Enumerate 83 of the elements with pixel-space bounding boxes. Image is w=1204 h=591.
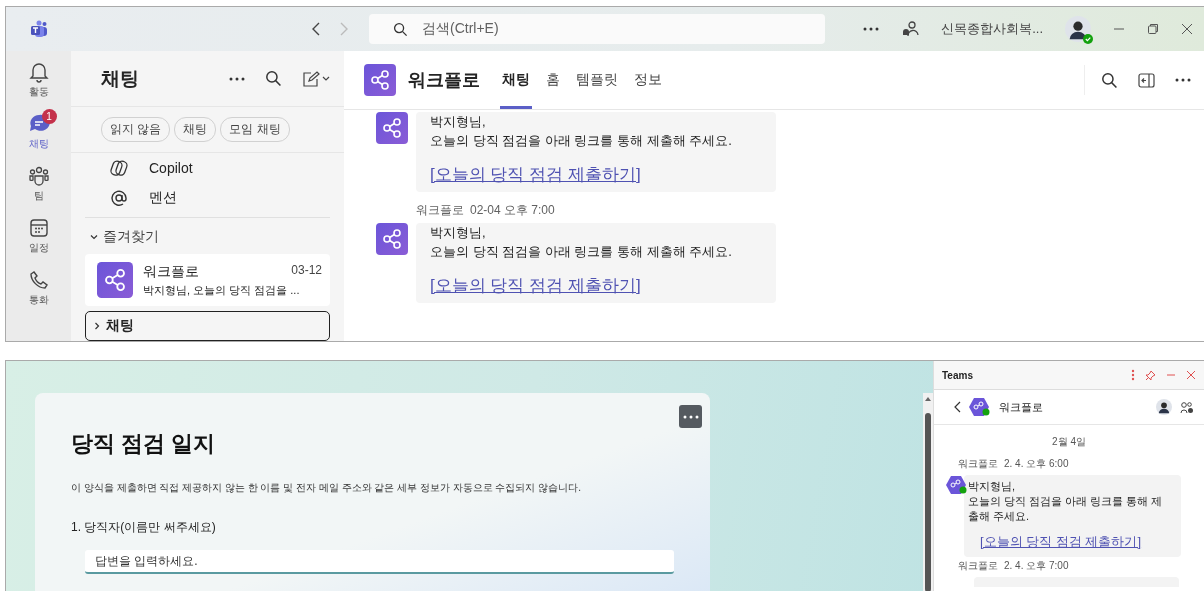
form-link[interactable]: [오늘의 당직 점검 제출하기] <box>430 275 762 297</box>
workflow-avatar-icon <box>376 223 408 255</box>
filter-chip[interactable]: 읽지 않음 <box>101 117 171 143</box>
message-text: 오늘의 당직 점검을 아래 링크를 통해 제출해 주세요. <box>430 243 733 261</box>
copilot-icon <box>109 158 129 179</box>
rail-item[interactable]: 통화 <box>10 267 67 309</box>
close-icon[interactable] <box>1181 23 1193 35</box>
calendar-icon <box>27 217 50 239</box>
tab[interactable]: 채팅 <box>500 51 532 109</box>
message-sender: 워크플로 <box>958 457 998 471</box>
more-icon[interactable] <box>863 27 880 31</box>
rail-item[interactable]: 일정 <box>10 215 67 257</box>
more-icon[interactable] <box>229 76 245 81</box>
pinned-item[interactable]: 멘션 <box>85 183 330 214</box>
account-name[interactable]: 신목종합사회복... <box>941 20 1043 38</box>
message-sender: 워크플로 <box>416 202 464 219</box>
person-bell-icon[interactable] <box>901 20 920 38</box>
chats-section-header[interactable]: 채팅 <box>85 311 330 341</box>
close-icon[interactable] <box>1186 370 1196 380</box>
side-panel-icon[interactable] <box>1138 72 1155 88</box>
more-icon[interactable] <box>1175 78 1191 82</box>
bell-icon <box>27 61 50 83</box>
available-status-icon <box>1083 34 1093 44</box>
tab[interactable]: 홈 <box>544 51 562 109</box>
message-text: 오늘의 당직 점검을 아래 링크를 통해 제출해 주세요. <box>430 132 733 150</box>
tab[interactable]: 정보 <box>632 51 664 109</box>
filter-chip[interactable]: 모임 채팅 <box>220 117 290 143</box>
form-title: 당직 점검 일지 <box>71 430 217 458</box>
section-label: 즐겨찾기 <box>103 228 159 246</box>
rail-item[interactable]: 팀 <box>10 163 67 205</box>
search-icon[interactable] <box>265 70 282 87</box>
more-icon[interactable] <box>682 414 699 419</box>
user-avatar <box>1156 399 1172 415</box>
workflow-avatar-icon <box>969 397 991 417</box>
chat-preview: 박지형님, 오늘의 당직 점검을 ... <box>143 282 301 298</box>
kebab-menu-icon[interactable] <box>1131 369 1135 381</box>
pinned-item[interactable]: Copilot <box>85 153 330 184</box>
restore-icon[interactable] <box>1147 23 1159 35</box>
workflow-avatar-icon <box>97 262 133 298</box>
app-title: Teams <box>942 369 974 381</box>
chat-date: 03-12 <box>291 262 322 279</box>
phone-icon <box>27 269 50 291</box>
people-icon <box>27 165 50 187</box>
at-sign-icon <box>109 188 129 209</box>
search-icon[interactable] <box>393 21 408 37</box>
message-sender: 워크플로 <box>958 559 998 573</box>
date-divider: 2월 4일 <box>1051 435 1087 449</box>
compose-icon[interactable] <box>302 70 330 87</box>
message-text: 박지형님, <box>430 224 487 242</box>
scroll-up-icon[interactable] <box>925 396 931 401</box>
chevron-down-icon[interactable] <box>89 232 99 242</box>
user-avatar <box>1065 16 1091 42</box>
chat-item[interactable]: 워크플로 03-12 박지형님, 오늘의 당직 점검을 ... <box>85 254 330 306</box>
privacy-notice: 이 양식을 제출하면 직접 제공하지 않는 한 이름 및 전자 메일 주소와 같은 세부 정보가 자동으로 수집되지 않습니다. <box>71 481 582 495</box>
scrollbar[interactable] <box>923 393 933 591</box>
workflow-avatar-icon <box>364 64 396 96</box>
scroll-thumb[interactable] <box>925 413 931 591</box>
section-label: 채팅 <box>106 317 134 335</box>
search-icon[interactable] <box>1101 71 1118 89</box>
people-settings-icon[interactable] <box>1180 400 1194 414</box>
chat-title: 워크플로 <box>999 399 1044 415</box>
form-link[interactable]: [오늘의 당직 점검 제출하기] <box>980 534 1173 549</box>
message-time: 02-04 오후 7:00 <box>470 202 555 219</box>
message-time: 2. 4. 오후 7:00 <box>1004 559 1069 573</box>
conversation-title: 워크플로 <box>408 69 480 92</box>
workflow-avatar-icon <box>376 112 408 144</box>
search-field[interactable]: 검색(Ctrl+E) <box>369 14 825 44</box>
message-text: 박지형님, <box>430 113 487 131</box>
more-button[interactable] <box>679 405 702 428</box>
message-text: 박지형님, 오늘의 당직 점검을 아래 링크를 통해 제출해 주세요. <box>968 480 1163 522</box>
question-label: 1. 당직자(이름만 써주세요) <box>71 519 217 536</box>
chat-name: 워크플로 <box>143 262 199 281</box>
form-link[interactable]: [오늘의 당직 점검 제출하기] <box>430 164 762 186</box>
panel-title: 채팅 <box>101 66 140 91</box>
message-time: 2. 4. 오후 6:00 <box>1004 457 1069 471</box>
answer-field[interactable]: 답변을 입력하세요. <box>85 550 674 574</box>
pin-icon[interactable] <box>1145 369 1156 381</box>
rail-item[interactable]: 채팅 1 <box>10 111 67 153</box>
rail-item[interactable]: 활동 <box>10 59 67 101</box>
filter-chip[interactable]: 채팅 <box>174 117 217 143</box>
teams-logo-icon[interactable] <box>28 19 49 39</box>
tab[interactable]: 템플릿 <box>574 51 620 109</box>
chevron-right-icon[interactable] <box>92 321 102 331</box>
